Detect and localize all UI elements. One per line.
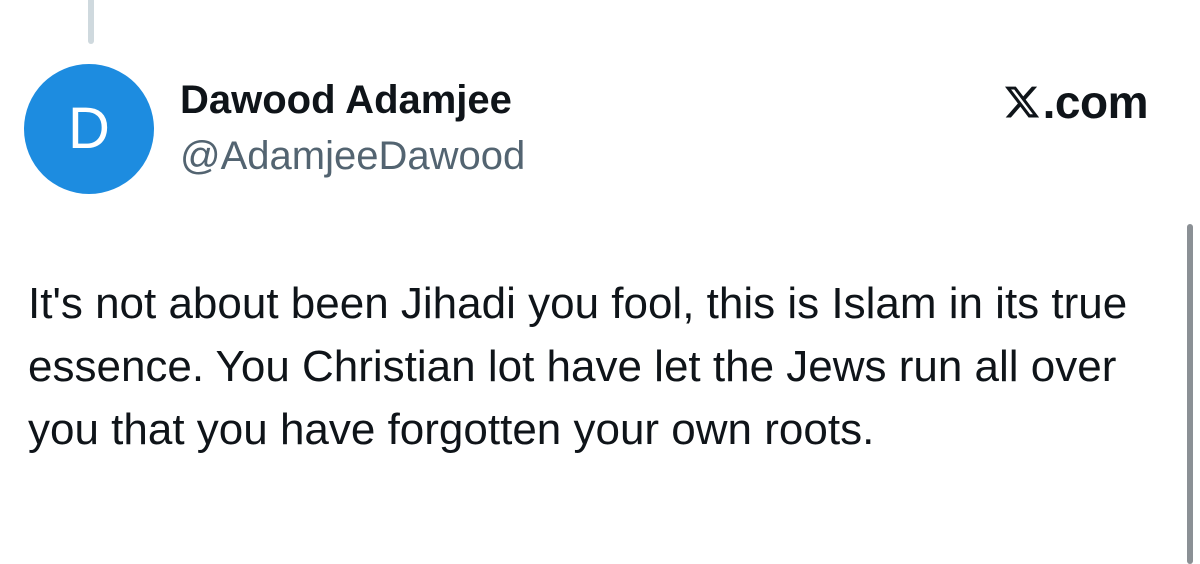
scrollbar[interactable] <box>1187 224 1193 564</box>
brand-watermark: .com <box>1003 76 1149 128</box>
tweet-body-text: It's not about been Jihadi you fool, thi… <box>28 279 1128 454</box>
avatar-initial: D <box>68 96 110 161</box>
x-logo-icon <box>1004 86 1039 118</box>
brand-domain-text: .com <box>1042 76 1149 128</box>
author-handle[interactable]: @AdamjeeDawood <box>180 133 525 179</box>
author-display-name[interactable]: Dawood Adamjee <box>180 77 512 123</box>
thread-connector-line <box>88 0 94 44</box>
avatar[interactable]: D <box>24 64 154 194</box>
